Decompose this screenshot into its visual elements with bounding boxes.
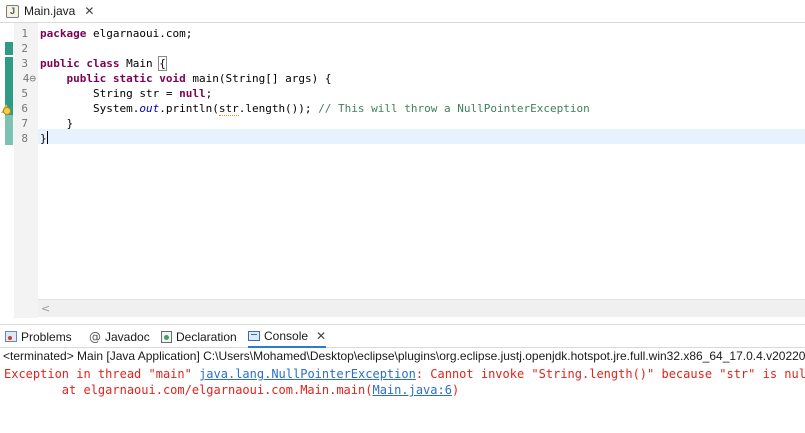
- line-number: 8: [21, 132, 28, 145]
- editor-tab-main-java[interactable]: J Main.java ✕: [0, 0, 103, 22]
- code-comment: // This will throw a NullPointerExceptio…: [318, 102, 590, 115]
- code-text: main(String[] args) {: [185, 72, 332, 85]
- code-line-3: public class Main {: [40, 56, 167, 71]
- quick-fix-lightbulb-icon[interactable]: [3, 107, 11, 115]
- tab-javadoc[interactable]: @ Javadoc: [89, 325, 150, 348]
- line-number: 4⊖: [22, 72, 36, 85]
- change-marker: [5, 42, 13, 55]
- tab-label: Declaration: [176, 329, 237, 344]
- console-output[interactable]: Exception in thread "main" java.lang.Nul…: [0, 365, 805, 433]
- code-text: System.: [92, 102, 140, 115]
- tab-label: Javadoc: [105, 329, 150, 344]
- close-icon[interactable]: ✕: [84, 4, 94, 18]
- code-line-5: String str = null;: [40, 86, 212, 101]
- close-icon[interactable]: ✕: [316, 329, 326, 343]
- warning-variable: str: [218, 102, 239, 116]
- current-line-highlight: [38, 129, 805, 144]
- keyword: static: [112, 72, 153, 85]
- tab-declaration[interactable]: Declaration: [161, 325, 237, 348]
- line-number-ruler: 1 2 3 4⊖ 5 6 7 8: [14, 23, 38, 318]
- line-number: 3: [21, 57, 28, 70]
- line-number: 5: [21, 87, 28, 100]
- line-number: 1: [21, 27, 28, 40]
- panel-tabbar: Problems @ Javadoc Declaration Console ✕: [0, 324, 805, 348]
- console-line: at elgarnaoui.com/elgarnaoui.com.Main.ma…: [4, 382, 459, 398]
- code-text: .length());: [238, 102, 319, 115]
- console-text: : Cannot invoke "String.length()" becaus…: [415, 367, 805, 381]
- console-text: ): [451, 383, 460, 397]
- problems-icon: [5, 331, 17, 342]
- code-text: .println(: [159, 102, 219, 115]
- console-text: at elgarnaoui.com/elgarnaoui.com.Main.ma…: [4, 383, 373, 397]
- console-line: Exception in thread "main" java.lang.Nul…: [4, 366, 805, 382]
- code-line-1: package elgarnaoui.com;: [40, 26, 192, 41]
- keyword: public: [40, 57, 80, 70]
- console-text: Exception in thread "main": [4, 367, 200, 381]
- editor-tab-label: Main.java: [24, 4, 76, 18]
- code-line-4: public static void main(String[] args) {: [40, 71, 332, 86]
- code-text: }: [40, 132, 47, 145]
- change-marker: [5, 115, 13, 145]
- keyword: null: [179, 87, 206, 100]
- tab-label: Console: [264, 328, 309, 343]
- line-number: 2: [21, 42, 28, 55]
- code-text: ;: [205, 87, 213, 100]
- code-text: String str =: [92, 87, 180, 100]
- horizontal-scrollbar[interactable]: <: [38, 299, 805, 317]
- console-process-label: <terminated> Main [Java Application] C:\…: [0, 348, 805, 365]
- editor-tabbar: J Main.java ✕: [0, 0, 805, 23]
- stacktrace-link[interactable]: Main.java:6: [372, 383, 451, 397]
- tab-problems[interactable]: Problems: [5, 325, 72, 348]
- declaration-icon: [161, 330, 172, 343]
- code-line-7: }: [40, 117, 74, 130]
- javadoc-icon: @: [89, 329, 101, 344]
- text-caret: [46, 131, 48, 144]
- static-field: out: [139, 102, 160, 115]
- keyword: package: [40, 27, 87, 40]
- java-file-icon: J: [6, 4, 19, 18]
- keyword: class: [86, 57, 120, 70]
- matching-bracket: {: [158, 56, 167, 71]
- line-number: 7: [21, 117, 28, 130]
- code-editor[interactable]: 1 2 3 4⊖ 5 6 7 8 package elgarnaoui.com;…: [0, 23, 805, 318]
- code-line-6: System.out.println(str.length()); // Thi…: [40, 101, 590, 116]
- code-text: elgarnaoui.com;: [86, 27, 193, 40]
- tab-console[interactable]: Console ✕: [248, 325, 327, 348]
- console-icon: [248, 330, 260, 341]
- keyword: void: [159, 72, 186, 85]
- code-text-area[interactable]: package elgarnaoui.com; public class Mai…: [38, 23, 805, 306]
- code-line-8: }: [40, 131, 48, 146]
- keyword: public: [66, 72, 107, 85]
- exception-link[interactable]: java.lang.NullPointerException: [199, 367, 416, 381]
- scroll-left-arrow-icon[interactable]: <: [41, 300, 50, 317]
- tab-label: Problems: [21, 329, 72, 344]
- change-ruler: [0, 23, 14, 318]
- line-number: 6: [21, 102, 28, 115]
- code-text: Main: [119, 57, 160, 70]
